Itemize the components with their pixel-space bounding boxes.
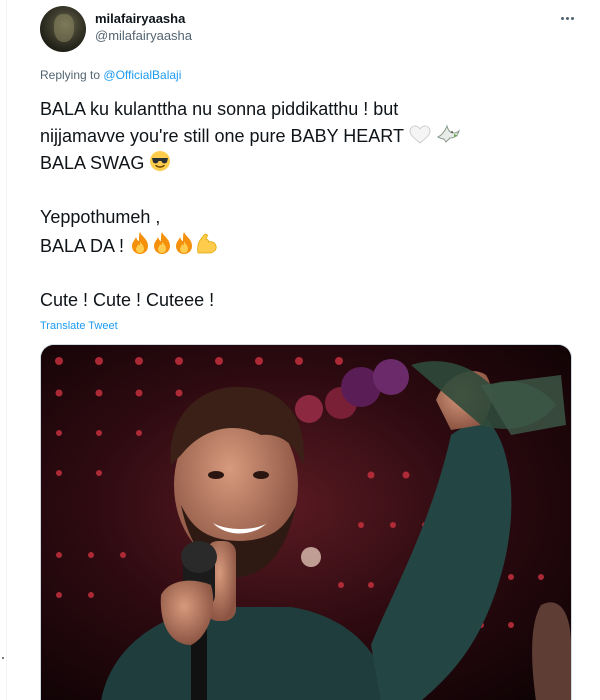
- tweet-line: BALA SWAG: [40, 150, 570, 177]
- tweet-line: nijjamavve you're still one pure BABY HE…: [40, 123, 570, 150]
- avatar[interactable]: [40, 6, 86, 52]
- rail-dot: [2, 657, 4, 659]
- tweet-photo[interactable]: [40, 344, 572, 700]
- tweet-line: BALA ku kulanttha nu sonna piddikatthu !…: [40, 99, 399, 119]
- photo-image: [41, 345, 571, 700]
- user-handle[interactable]: @milafairyaasha: [95, 27, 192, 44]
- fire-icon: [176, 232, 193, 254]
- tweet-line: Yeppothumeh ,: [40, 207, 161, 227]
- dove-icon: [436, 124, 460, 143]
- flexed-biceps-icon: [197, 233, 217, 254]
- tweet-line: BALA DA !: [40, 231, 570, 260]
- display-name[interactable]: milafairyaasha: [95, 11, 192, 27]
- replying-prefix: Replying to: [40, 68, 101, 82]
- tweet-screenshot: milafairyaasha @milafairyaasha Replying …: [0, 0, 600, 700]
- white-heart-icon: [409, 125, 431, 144]
- replying-mention-link[interactable]: @OfficialBalaji: [103, 68, 181, 82]
- replying-to: Replying to @OfficialBalaji: [40, 68, 181, 82]
- fire-icon: [132, 232, 149, 254]
- tweet-line: Cute ! Cute ! Cuteee !: [40, 290, 215, 310]
- sunglasses-icon: [150, 151, 171, 171]
- user-info[interactable]: milafairyaasha @milafairyaasha: [95, 11, 192, 44]
- left-rail: [0, 0, 7, 700]
- translate-tweet-link[interactable]: Translate Tweet: [40, 320, 118, 332]
- more-options-icon[interactable]: [557, 12, 577, 24]
- tweet-card[interactable]: milafairyaasha @milafairyaasha Replying …: [30, 0, 585, 700]
- tweet-text: BALA ku kulanttha nu sonna piddikatthu !…: [40, 96, 570, 314]
- fire-icon: [154, 232, 171, 254]
